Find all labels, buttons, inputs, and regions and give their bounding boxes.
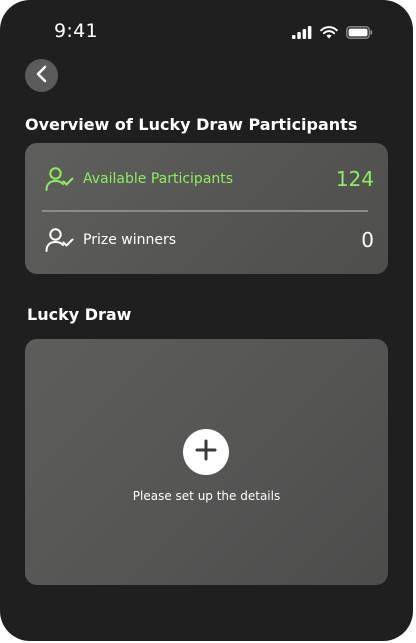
wifi-icon <box>320 24 338 43</box>
signal-icon <box>292 24 312 43</box>
chevron-left-icon <box>35 65 49 87</box>
available-participants-row[interactable]: Available Participants 124 <box>45 165 374 193</box>
phone-screen: 9:41 Overview of Lucky Draw Participants… <box>0 0 413 641</box>
prize-winners-row[interactable]: Prize winners 0 <box>45 226 374 254</box>
lucky-draw-title: Lucky Draw <box>27 305 132 324</box>
battery-icon <box>346 24 373 43</box>
status-time: 9:41 <box>54 20 98 42</box>
available-participants-label: Available Participants <box>83 171 234 187</box>
setup-hint: Please set up the details <box>132 489 281 503</box>
user-check-icon <box>45 166 75 192</box>
lucky-draw-card[interactable]: Please set up the details <box>25 339 388 585</box>
add-draw-button[interactable] <box>183 429 229 475</box>
plus-icon <box>195 439 217 465</box>
prize-winners-count: 0 <box>361 228 374 252</box>
user-check-icon <box>45 227 75 253</box>
prize-winners-label: Prize winners <box>83 232 177 248</box>
overview-title: Overview of Lucky Draw Participants <box>25 115 358 134</box>
available-participants-count: 124 <box>335 167 374 191</box>
divider <box>42 210 368 212</box>
back-button[interactable] <box>25 59 58 92</box>
overview-card: Available Participants 124 Prize winners… <box>25 143 388 274</box>
status-icons <box>292 24 373 43</box>
